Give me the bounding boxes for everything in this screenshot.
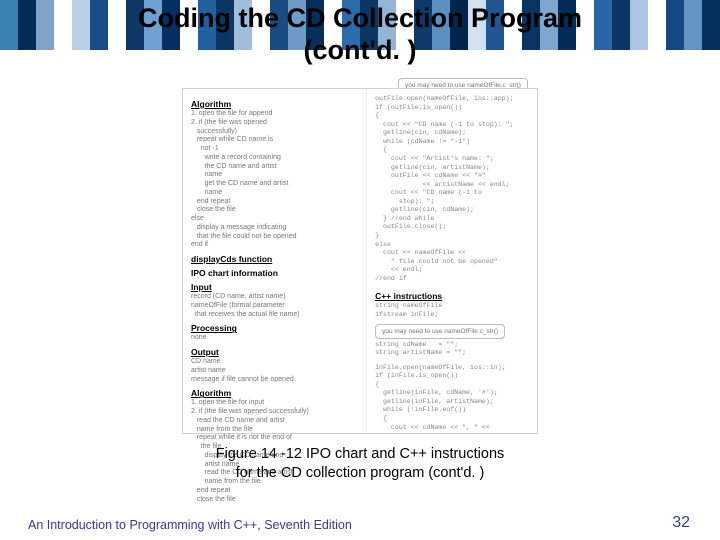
- processing-heading: Processing: [191, 323, 358, 333]
- figure-14-12: Algorithm 1. open the file for append 2.…: [182, 88, 538, 434]
- code-block-2: string nameOfFile ifstream inFile;: [375, 302, 529, 319]
- algorithm-text-3: else display a message indicating that t…: [191, 215, 358, 250]
- caption-line-2: for the CD collection program (cont'd. ): [236, 465, 485, 481]
- code-block-4: inFile.open(nameOfFile, ios::in); if (in…: [375, 364, 529, 433]
- ipo-heading: IPO chart information: [191, 268, 358, 278]
- ipo-column: Algorithm 1. open the file for append 2.…: [183, 89, 367, 433]
- display-heading: displayCds function: [191, 254, 358, 264]
- cpp-column: outFile.open(nameOfFile, ios::app); if (…: [367, 89, 537, 433]
- figure-caption: Figure 14 -12 IPO chart and C++ instruct…: [0, 445, 720, 483]
- cpp-heading: C++ instructions: [375, 291, 529, 301]
- output-heading: Output: [191, 347, 358, 357]
- input-heading: Input: [191, 282, 358, 292]
- slide-title: Coding the CD Collection Program (cont'd…: [0, 2, 720, 67]
- algorithm2-heading: Algorithm: [191, 388, 358, 398]
- footer-book-title: An Introduction to Programming with C++,…: [28, 518, 352, 532]
- title-line-2: (cont'd. ): [304, 35, 417, 65]
- caption-line-1: Figure 14 -12 IPO chart and C++ instruct…: [216, 446, 505, 462]
- code-block-3: string cdName = ""; string artistName = …: [375, 341, 529, 358]
- algorithm-heading: Algorithm: [191, 99, 358, 109]
- slide: Coding the CD Collection Program (cont'd…: [0, 0, 720, 540]
- input-text: record (CD name, artist name) nameOfFile…: [191, 293, 358, 319]
- processing-text: none: [191, 334, 358, 343]
- code-block-1: outFile.open(nameOfFile, ios::app); if (…: [375, 95, 529, 283]
- page-number: 32: [672, 514, 690, 532]
- title-line-1: Coding the CD Collection Program: [138, 3, 582, 33]
- output-text: CD name artist name message if file cann…: [191, 358, 358, 384]
- algorithm-text-1: 1. open the file for append 2. if (the f…: [191, 110, 358, 136]
- inline-callout: you may need to use nameOfFile.c_str(): [375, 324, 505, 339]
- algorithm-text-2: repeat while CD name is not -1 write a r…: [191, 136, 358, 215]
